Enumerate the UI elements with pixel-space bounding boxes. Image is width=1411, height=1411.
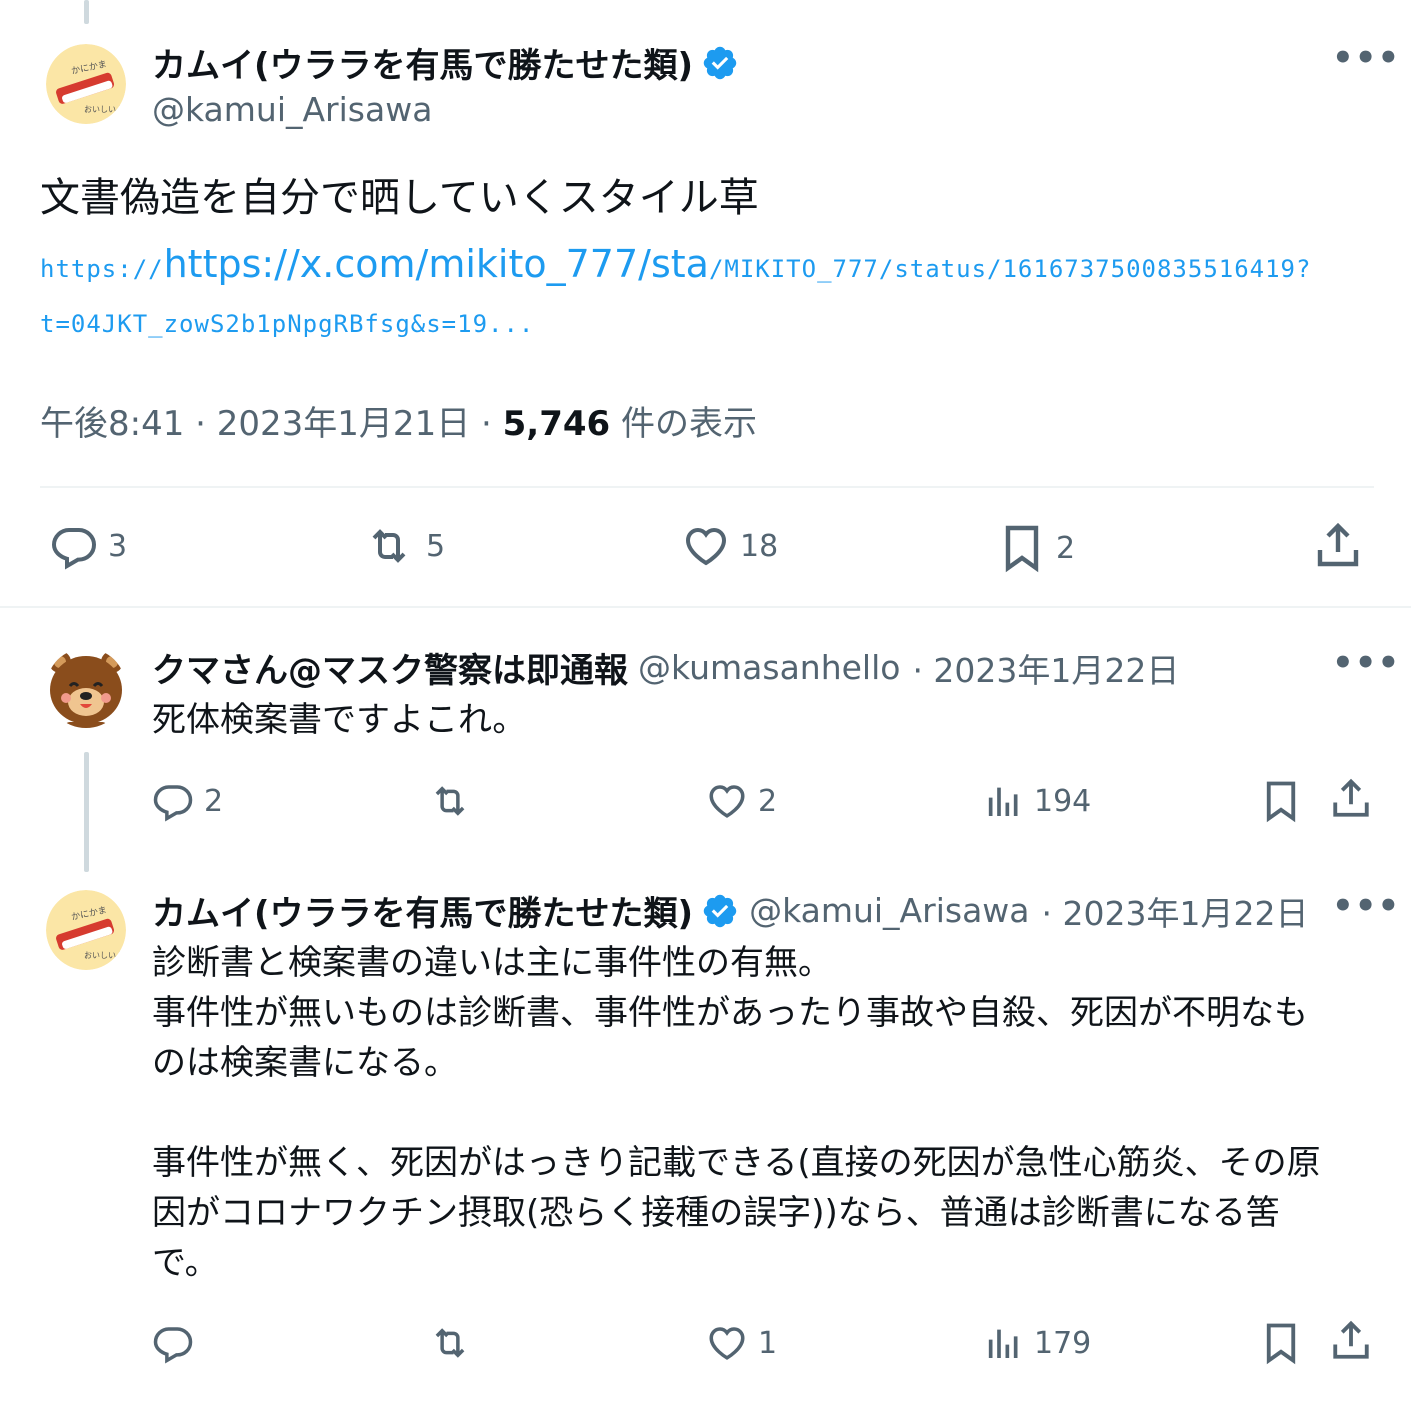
views-count: 5,746: [502, 404, 611, 444]
reply2-name-row: カムイ(ウララを有馬で勝たせた類) @kamui_Arisawa · 2023年…: [152, 886, 1308, 935]
link-rest: /MIKITO_777/status/1616737500835516419?: [708, 255, 1312, 283]
link-line2-text: t=04JKT_zowS2b1pNpgRBfsg&s=19...: [40, 310, 535, 338]
reply1-retweet-button[interactable]: [426, 780, 474, 822]
reply1-bookmark-button[interactable]: [1260, 778, 1302, 824]
link-prefix: https://: [40, 255, 164, 283]
avatar-kumasan[interactable]: [46, 648, 126, 728]
reply-icon: [51, 528, 97, 570]
reply1-display-name[interactable]: クマさん@マスク警察は即通報: [152, 643, 628, 692]
reply1-text: 死体検案書ですよこれ。: [152, 700, 527, 740]
reply2-views-button[interactable]: 179: [984, 1322, 1091, 1364]
reply2-date[interactable]: · 2023年1月22日: [1042, 887, 1309, 935]
reply-count: 3: [108, 528, 128, 564]
verified-icon: [701, 44, 739, 82]
reply1-like-count: 2: [758, 783, 778, 819]
reply-icon: [153, 1327, 193, 1364]
reply2-like-button[interactable]: 1: [706, 1322, 777, 1364]
main-tweet-display-name[interactable]: カムイ(ウララを有馬で勝たせた類): [152, 38, 693, 87]
more-icon[interactable]: •••: [1332, 38, 1400, 78]
retweet-icon: [372, 529, 406, 563]
main-tweet-handle[interactable]: @kamui_Arisawa: [152, 90, 432, 129]
reply1-like-button[interactable]: 2: [706, 780, 777, 822]
link-big: https://x.com/mikito_777/sta: [163, 242, 709, 286]
main-tweet-link-line2[interactable]: t=04JKT_zowS2b1pNpgRBfsg&s=19...: [40, 310, 534, 338]
more-icon[interactable]: •••: [1332, 643, 1400, 683]
reply-button[interactable]: 3: [50, 522, 127, 570]
avatar-kamui-reply[interactable]: かにかま おいしいよ: [46, 890, 126, 970]
verified-icon: [701, 892, 739, 930]
reply1-date[interactable]: · 2023年1月22日: [912, 644, 1179, 692]
reply2-share-button[interactable]: [1330, 1318, 1372, 1364]
reply1-share-button[interactable]: [1330, 776, 1372, 822]
share-icon: [1317, 522, 1359, 567]
reply2-display-name[interactable]: カムイ(ウララを有馬で勝たせた類): [152, 886, 693, 935]
reply2-retweet-button[interactable]: [426, 1322, 474, 1364]
views-label: 件の表示: [610, 404, 757, 444]
retweet-count: 5: [426, 528, 446, 564]
avatar-text-bottom: おいしいよ: [84, 105, 124, 114]
divider-main: [40, 486, 1374, 488]
reply1-reply-count: 2: [204, 783, 224, 819]
reply2-like-count: 1: [758, 1325, 778, 1361]
thread-line-reply: [84, 752, 89, 872]
reply2-views-count: 179: [1034, 1325, 1092, 1361]
like-button[interactable]: 18: [682, 522, 778, 570]
bookmark-icon: [1005, 525, 1039, 573]
views-icon: [988, 787, 1018, 816]
retweet-button[interactable]: 5: [362, 522, 445, 570]
like-icon: [685, 527, 727, 566]
main-tweet-timestamp: 午後8:41 · 2023年1月21日 · 5,746 件の表示: [40, 396, 757, 445]
avatar-kamui[interactable]: かにかま おいしいよ: [46, 44, 126, 124]
reply1-reply-button[interactable]: 2: [152, 780, 223, 822]
more-icon[interactable]: •••: [1332, 886, 1400, 926]
bookmark-count: 2: [1056, 530, 1076, 566]
reply-icon: [153, 785, 193, 822]
reply1-views-count: 194: [1034, 783, 1092, 819]
thread-line-top: [84, 0, 89, 24]
main-tweet-link[interactable]: https://https://x.com/mikito_777/sta/MIK…: [40, 242, 1311, 286]
reply1-views-button[interactable]: 194: [984, 780, 1091, 822]
reply1-name-row: クマさん@マスク警察は即通報 @kumasanhello · 2023年1月22…: [152, 643, 1179, 692]
bookmark-icon: [1266, 781, 1296, 823]
share-button[interactable]: [1314, 520, 1362, 572]
like-icon: [709, 1327, 745, 1360]
reply2-text: 診断書と検案書の違いは主に事件性の有無。 事件性が無いものは診断書、事件性があっ…: [152, 943, 1321, 1283]
reply1-handle[interactable]: @kumasanhello: [638, 648, 900, 687]
divider-thread: [0, 606, 1411, 608]
reply2-reply-button[interactable]: [152, 1322, 194, 1364]
reply2-bookmark-button[interactable]: [1260, 1320, 1302, 1366]
like-count: 18: [740, 528, 779, 564]
share-icon: [1333, 778, 1369, 817]
timestamp-text[interactable]: 午後8:41 · 2023年1月21日 ·: [40, 404, 503, 444]
share-icon: [1333, 1320, 1369, 1359]
main-tweet-text: 文書偽造を自分で晒していくスタイル草: [40, 175, 759, 221]
retweet-icon: [435, 1328, 465, 1358]
bookmark-icon: [1266, 1323, 1296, 1365]
like-icon: [709, 785, 745, 818]
reply2-handle[interactable]: @kamui_Arisawa: [749, 891, 1029, 930]
retweet-icon: [435, 786, 465, 816]
main-tweet-name-row: カムイ(ウララを有馬で勝たせた類): [152, 38, 739, 87]
views-icon: [988, 1329, 1018, 1358]
bookmark-button[interactable]: 2: [998, 522, 1075, 574]
avatar-text-bottom: おいしいよ: [84, 951, 124, 960]
